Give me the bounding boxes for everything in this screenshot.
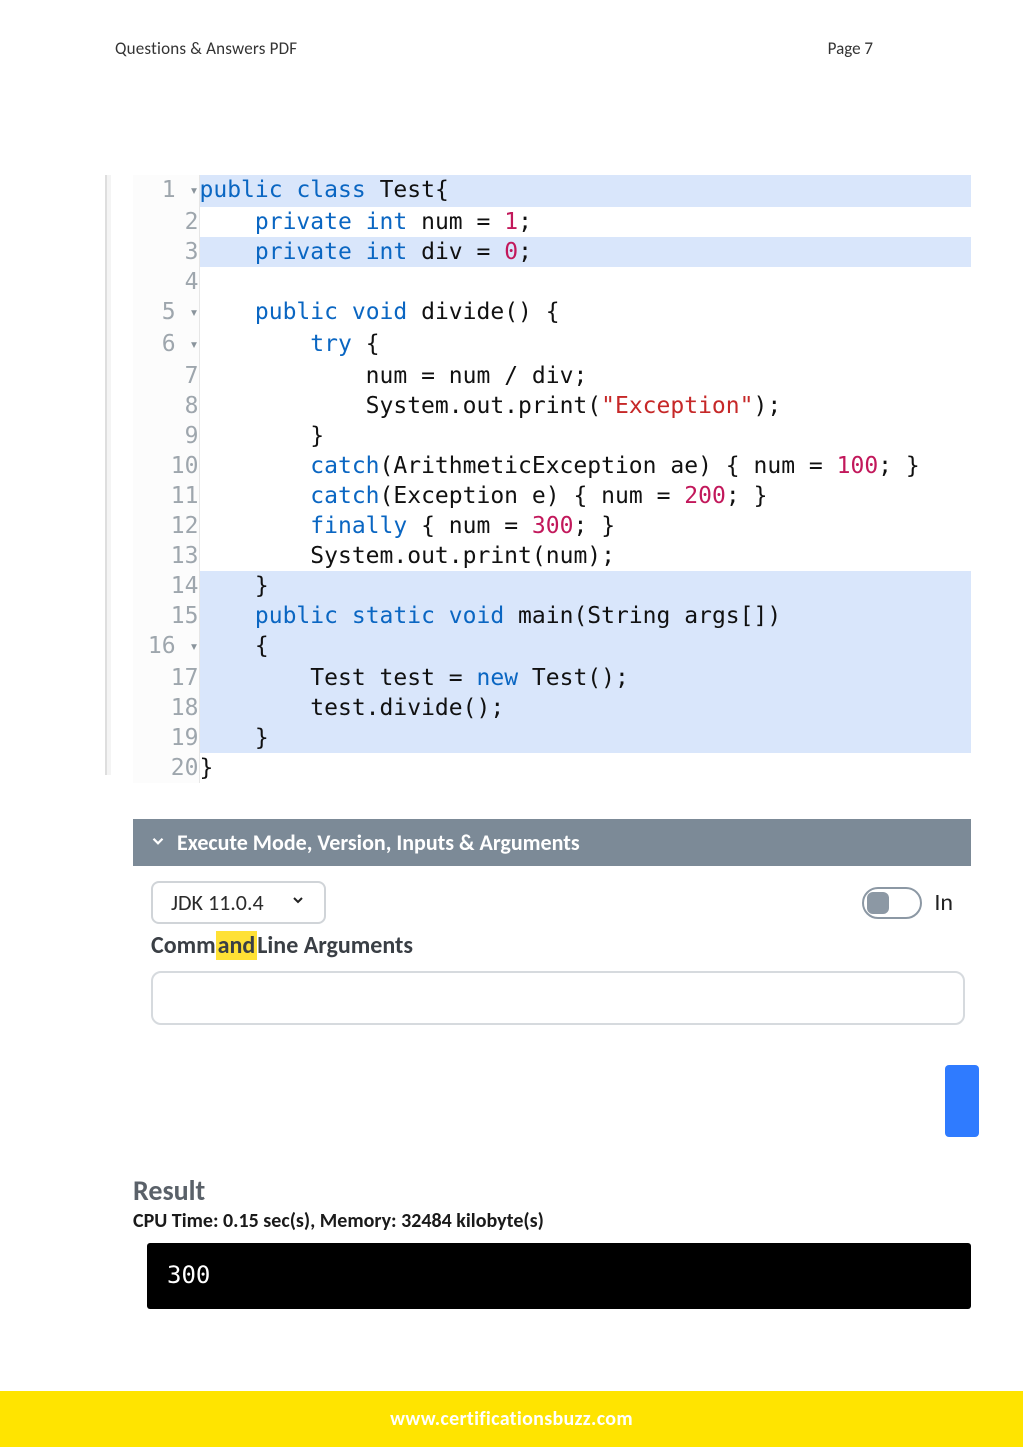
line-number: 15 xyxy=(133,601,199,631)
commandline-label: CommandLine Arguments xyxy=(151,931,413,960)
line-number: 13 xyxy=(133,541,199,571)
code-line[interactable]: catch(ArithmeticException ae) { num = 10… xyxy=(199,451,971,481)
line-number: 14 xyxy=(133,571,199,601)
line-number: 8 xyxy=(133,391,199,421)
line-number: 20 xyxy=(133,753,199,783)
jdk-version-value: JDK 11.0.4 xyxy=(171,889,264,916)
execute-panel-title: Execute Mode, Version, Inputs & Argument… xyxy=(177,829,580,856)
toggle-label: In xyxy=(934,888,953,917)
code-line[interactable]: private int div = 0; xyxy=(199,237,971,267)
code-line[interactable]: } xyxy=(199,723,971,753)
line-number: 12 xyxy=(133,511,199,541)
line-number: 11 xyxy=(133,481,199,511)
cpu-memory-line: CPU Time: 0.15 sec(s), Memory: 32484 kil… xyxy=(133,1209,544,1233)
line-number: 2 xyxy=(133,207,199,237)
code-editor: 1 ▾public class Test{2 private int num =… xyxy=(133,175,971,783)
code-line[interactable]: System.out.print(num); xyxy=(199,541,971,571)
line-number: 9 xyxy=(133,421,199,451)
code-line[interactable]: public static void main(String args[]) xyxy=(199,601,971,631)
code-line[interactable]: catch(Exception e) { num = 200; } xyxy=(199,481,971,511)
line-number: 3 xyxy=(133,237,199,267)
page-header-left: Questions & Answers PDF xyxy=(115,38,297,59)
code-line[interactable]: public void divide() { xyxy=(199,297,971,329)
options-row: JDK 11.0.4 In xyxy=(133,869,971,930)
line-number: 1 ▾ xyxy=(133,175,199,207)
console-output: 300 xyxy=(147,1243,971,1309)
jdk-version-select[interactable]: JDK 11.0.4 xyxy=(151,881,326,924)
code-line[interactable]: } xyxy=(199,753,971,783)
left-border xyxy=(105,175,111,775)
fold-icon[interactable]: ▾ xyxy=(189,181,198,199)
line-number: 19 xyxy=(133,723,199,753)
code-line[interactable]: public class Test{ xyxy=(199,175,971,207)
fold-icon[interactable]: ▾ xyxy=(189,335,198,353)
line-number: 18 xyxy=(133,693,199,723)
line-number: 10 xyxy=(133,451,199,481)
code-line[interactable]: finally { num = 300; } xyxy=(199,511,971,541)
code-line[interactable]: private int num = 1; xyxy=(199,207,971,237)
code-line[interactable]: test.divide(); xyxy=(199,693,971,723)
page-header-right: Page 7 xyxy=(828,38,873,59)
line-number: 7 xyxy=(133,361,199,391)
code-line[interactable]: System.out.print("Exception"); xyxy=(199,391,971,421)
line-number: 6 ▾ xyxy=(133,329,199,361)
code-line[interactable]: Test test = new Test(); xyxy=(199,663,971,693)
line-number: 5 ▾ xyxy=(133,297,199,329)
chevron-down-icon xyxy=(149,829,167,856)
code-line[interactable] xyxy=(199,267,971,297)
line-number: 16 ▾ xyxy=(133,631,199,663)
page-footer: www.certificationsbuzz.com xyxy=(0,1391,1023,1447)
result-title: Result xyxy=(133,1173,205,1208)
interactive-toggle[interactable] xyxy=(862,887,922,919)
code-line[interactable]: } xyxy=(199,421,971,451)
code-line[interactable]: { xyxy=(199,631,971,663)
fold-icon[interactable]: ▾ xyxy=(189,303,198,321)
commandline-input[interactable] xyxy=(151,971,965,1025)
toggle-knob xyxy=(867,892,889,914)
code-line[interactable]: num = num / div; xyxy=(199,361,971,391)
code-line[interactable]: } xyxy=(199,571,971,601)
fold-icon[interactable]: ▾ xyxy=(189,637,198,655)
execute-panel-header[interactable]: Execute Mode, Version, Inputs & Argument… xyxy=(133,819,971,866)
line-number: 4 xyxy=(133,267,199,297)
code-line[interactable]: try { xyxy=(199,329,971,361)
footer-url: www.certificationsbuzz.com xyxy=(390,1407,633,1431)
line-number: 17 xyxy=(133,663,199,693)
chevron-down-icon xyxy=(290,892,306,913)
execute-button-edge[interactable] xyxy=(945,1065,979,1137)
